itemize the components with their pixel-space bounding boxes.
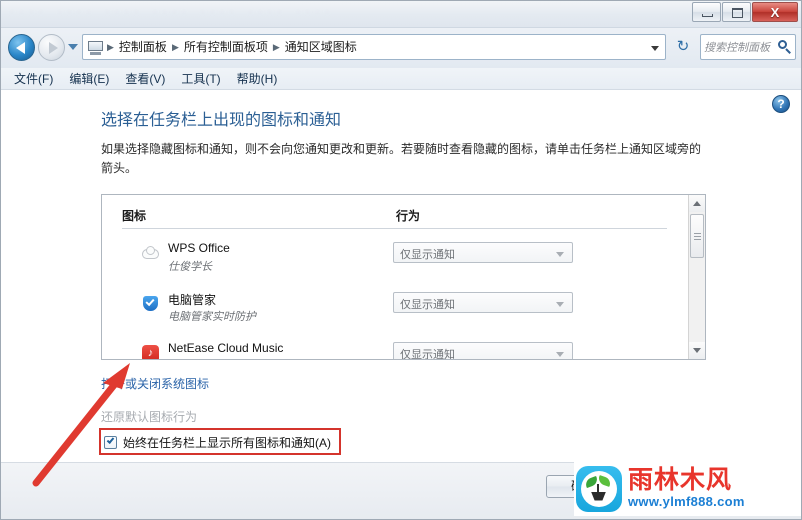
- menu-help[interactable]: 帮助(H): [237, 70, 278, 87]
- chevron-down-icon: [556, 252, 564, 257]
- behavior-value: 仅显示通知: [400, 299, 455, 311]
- menu-bar: 文件(F) 编辑(E) 查看(V) 工具(T) 帮助(H): [0, 68, 802, 90]
- table-row[interactable]: WPS Office 仕俊学长 仅显示通知: [102, 237, 688, 280]
- address-bar[interactable]: ▶ 控制面板 ▶ 所有控制面板项 ▶ 通知区域图标: [82, 34, 666, 60]
- title-bar[interactable]: ···· ···· ···· ···· ···· ···· ···· X: [0, 0, 802, 28]
- title-bar-ghost-text: ···· ···· ···· ···· ···· ···· ····: [10, 6, 335, 18]
- breadcrumb-all-items[interactable]: 所有控制面板项: [180, 35, 272, 59]
- behavior-dropdown[interactable]: 仅显示通知: [393, 342, 573, 360]
- always-show-checkbox[interactable]: [104, 436, 117, 449]
- wps-office-cloud-icon: [142, 245, 159, 262]
- list-item-name: NetEase Cloud Music: [168, 341, 284, 355]
- page-description: 如果选择隐藏图标和通知，则不会向您通知更改和更新。若要随时查看隐藏的图标，请单击…: [101, 142, 702, 175]
- menu-edit[interactable]: 编辑(E): [69, 70, 109, 87]
- breadcrumb-control-panel[interactable]: 控制面板: [115, 35, 171, 59]
- netease-cloud-music-icon: ♪: [142, 345, 159, 359]
- navigation-bar: ▶ 控制面板 ▶ 所有控制面板项 ▶ 通知区域图标 ↻ 搜索控制面板: [0, 28, 802, 68]
- checkmark-icon: [106, 436, 115, 444]
- breadcrumb-notification-area-icons[interactable]: 通知区域图标: [281, 35, 361, 59]
- list-item-subtitle: 仕俊学长: [168, 261, 212, 273]
- minimize-icon: [702, 14, 713, 17]
- scroll-down-arrow-icon[interactable]: [689, 342, 705, 359]
- scrollbar-grip-icon: [694, 233, 701, 234]
- table-row[interactable]: ♪ NetEase Cloud Music 仅显示通知: [102, 337, 688, 360]
- window-controls: X: [691, 1, 798, 23]
- breadcrumb-separator: ▶: [107, 42, 114, 52]
- turn-system-icons-link[interactable]: 打开或关闭系统图标: [101, 375, 209, 392]
- behavior-value: 仅显示通知: [400, 349, 455, 360]
- search-input[interactable]: 搜索控制面板: [704, 39, 778, 55]
- content-pane: ? 选择在任务栏上出现的图标和通知 如果选择隐藏图标和通知，则不会向您通知更改和…: [0, 90, 802, 462]
- recent-pages-chevron-icon[interactable]: [68, 44, 78, 50]
- behavior-value: 仅显示通知: [400, 249, 455, 261]
- forward-arrow-icon: [49, 42, 58, 54]
- always-show-checkbox-label: 始终在任务栏上显示所有图标和通知(A): [123, 436, 331, 450]
- watermark: 雨林木风 www.ylmf888.com: [574, 461, 802, 516]
- chevron-down-icon: [556, 302, 564, 307]
- close-icon: X: [770, 4, 780, 20]
- menu-file[interactable]: 文件(F): [14, 70, 53, 87]
- pc-manager-shield-icon: [142, 295, 159, 312]
- menu-tools[interactable]: 工具(T): [181, 70, 220, 87]
- notification-icons-list: 图标 行为 WPS Office 仕俊学长 仅显示通知 电脑管家 电脑管家实时防…: [101, 194, 706, 360]
- close-button[interactable]: X: [752, 2, 798, 22]
- back-button[interactable]: [8, 34, 35, 61]
- address-dropdown-icon[interactable]: [651, 46, 659, 51]
- breadcrumb-separator: ▶: [171, 42, 179, 52]
- page-title: 选择在任务栏上出现的图标和通知: [101, 112, 342, 129]
- refresh-button[interactable]: ↻: [672, 37, 694, 57]
- always-show-checkbox-row[interactable]: 始终在任务栏上显示所有图标和通知(A): [104, 434, 331, 451]
- list-item-name: 电脑管家: [168, 293, 217, 307]
- back-arrow-icon: [16, 42, 25, 54]
- column-header-behavior: 行为: [396, 209, 421, 223]
- watermark-brand: 雨林木风: [628, 466, 733, 494]
- column-header-icon: 图标: [122, 209, 147, 223]
- help-icon[interactable]: ?: [772, 95, 790, 113]
- maximize-button[interactable]: [722, 2, 751, 22]
- list-item-subtitle: 电脑管家实时防护: [168, 311, 256, 323]
- minimize-button[interactable]: [692, 2, 721, 22]
- watermark-url: www.ylmf888.com: [628, 494, 745, 509]
- forward-button[interactable]: [38, 34, 65, 61]
- scroll-up-arrow-icon[interactable]: [689, 195, 705, 212]
- list-header: 图标 行为: [102, 195, 688, 233]
- computer-icon: [87, 40, 104, 55]
- scrollbar-thumb[interactable]: [690, 214, 704, 258]
- plant-logo-icon: [576, 465, 622, 512]
- behavior-dropdown[interactable]: 仅显示通知: [393, 292, 573, 313]
- chevron-down-icon: [556, 352, 564, 357]
- breadcrumb-separator: ▶: [272, 42, 280, 52]
- table-row[interactable]: 电脑管家 电脑管家实时防护 仅显示通知: [102, 287, 688, 330]
- restore-default-behavior-link[interactable]: 还原默认图标行为: [101, 408, 197, 425]
- menu-view[interactable]: 查看(V): [125, 70, 165, 87]
- header-divider: [122, 228, 667, 229]
- list-item-name: WPS Office: [168, 241, 230, 255]
- search-box[interactable]: 搜索控制面板: [700, 34, 796, 60]
- maximize-icon: [732, 8, 743, 18]
- search-icon: [778, 40, 792, 54]
- control-panel-window: ···· ···· ···· ···· ···· ···· ···· X ▶ 控…: [0, 0, 802, 520]
- list-scrollbar[interactable]: [688, 195, 705, 359]
- behavior-dropdown[interactable]: 仅显示通知: [393, 242, 573, 263]
